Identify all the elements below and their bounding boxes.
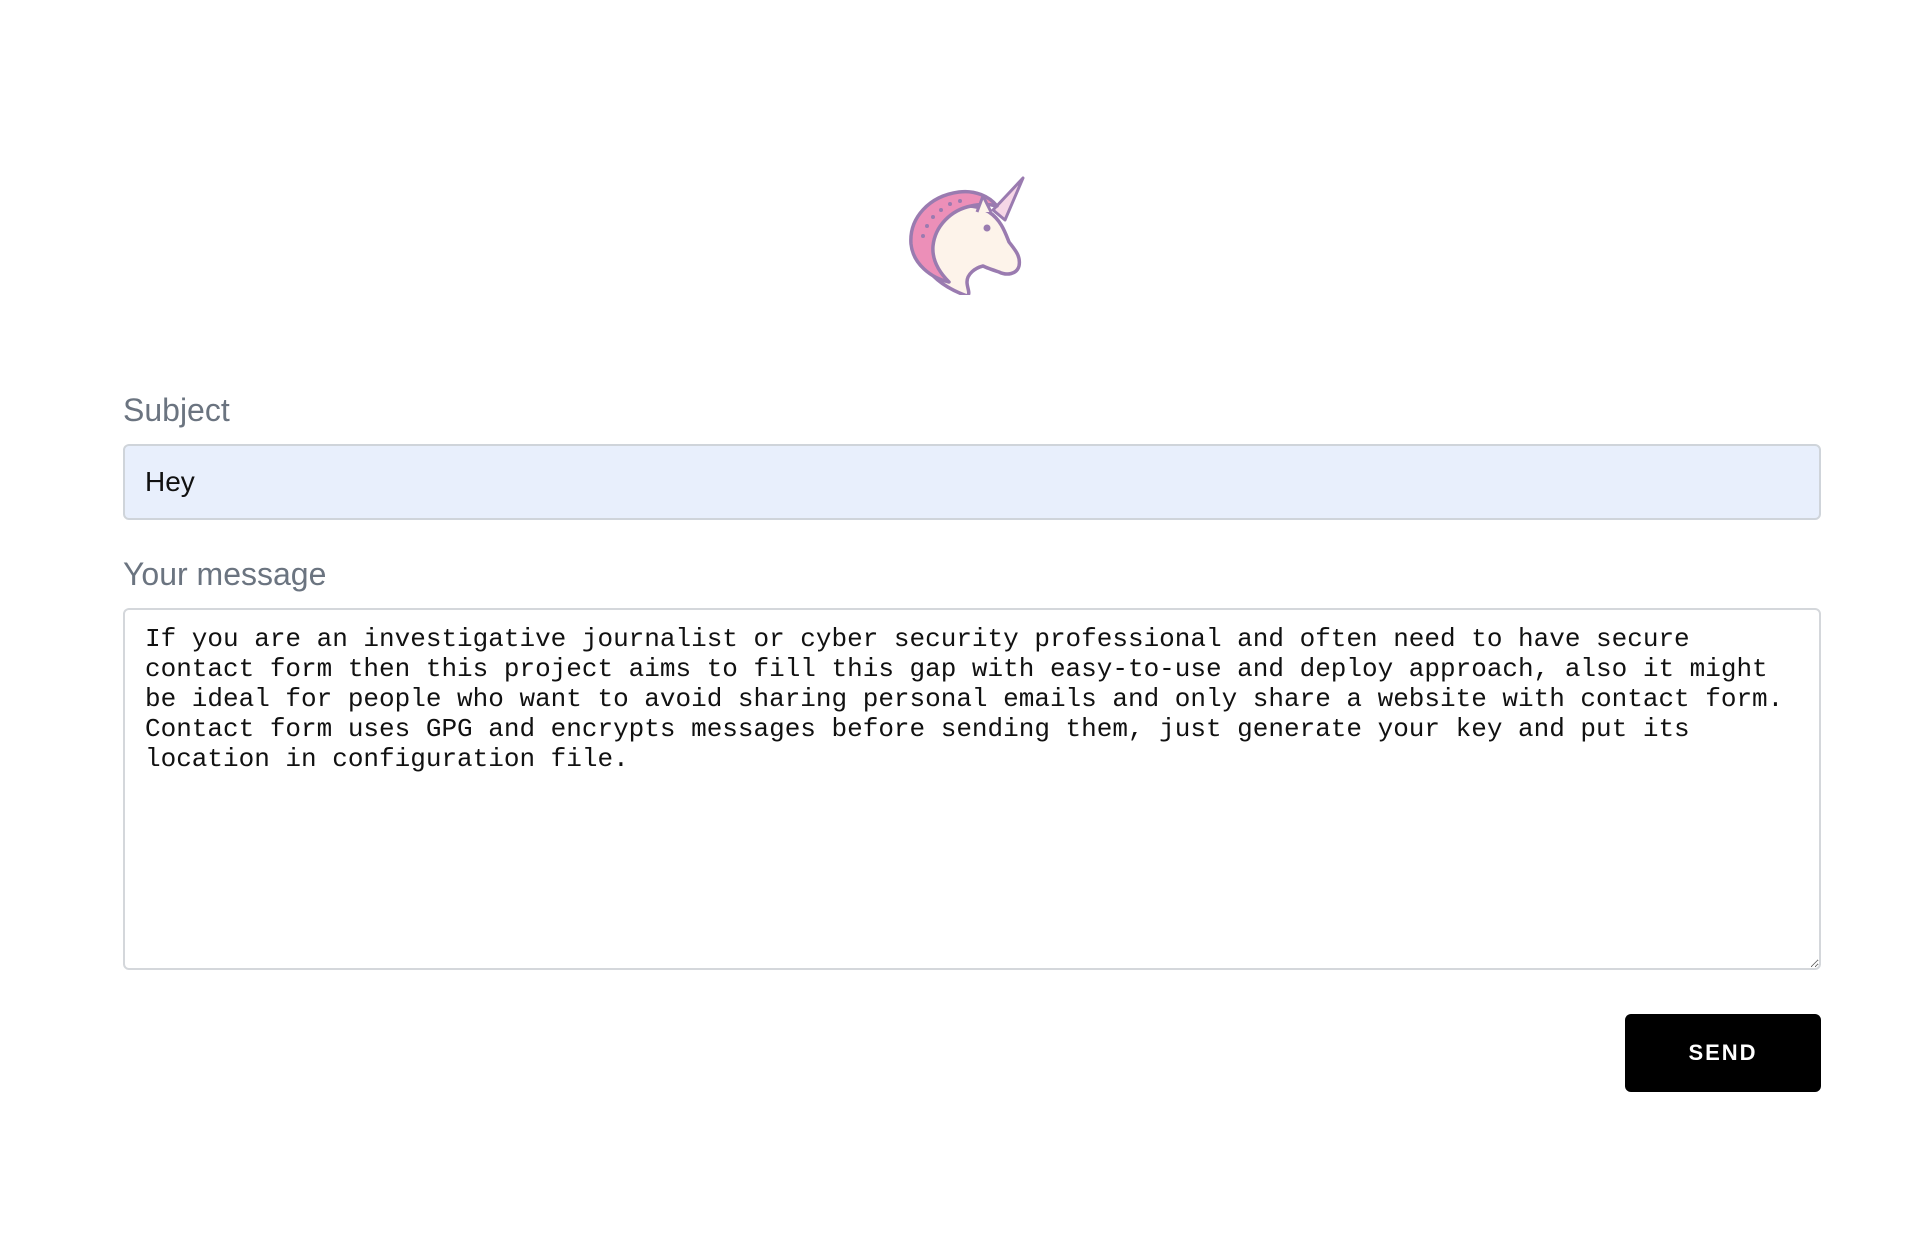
message-label: Your message bbox=[123, 556, 327, 592]
message-textarea[interactable] bbox=[123, 608, 1821, 970]
subject-label: Subject bbox=[123, 392, 230, 428]
form-actions: SEND bbox=[123, 1014, 1821, 1092]
contact-form: Subject Your message SEND bbox=[123, 390, 1821, 1092]
unicorn-icon bbox=[909, 176, 1025, 295]
send-button[interactable]: SEND bbox=[1625, 1014, 1821, 1092]
contact-page: Subject Your message SEND bbox=[0, 0, 1918, 1238]
subject-input[interactable] bbox=[123, 444, 1821, 520]
unicorn-logo bbox=[905, 170, 1025, 295]
